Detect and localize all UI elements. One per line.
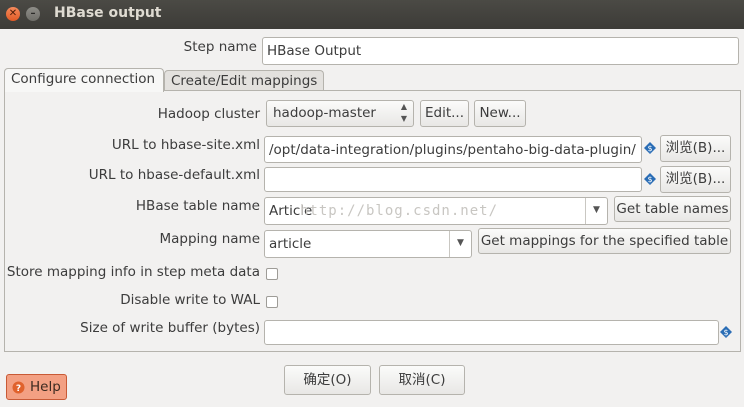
watermark: http://blog.csdn.net/ [300,203,499,219]
svg-text:$: $ [723,328,728,337]
title-bar: ✕ – HBase output [0,0,744,29]
help-button[interactable]: ? Help [6,374,67,400]
dropdown-arrow-icon[interactable]: ▼ [449,231,471,257]
spinner-arrows-icon: ▲ ▼ [400,102,407,123]
svg-text:$: $ [647,175,652,184]
mapping-name-value: article [269,236,312,252]
ok-button[interactable]: 确定(O) [284,365,371,395]
minimize-window-button[interactable]: – [26,7,40,21]
default-xml-label: URL to hbase-default.xml [88,167,260,183]
cancel-button[interactable]: 取消(C) [379,365,465,395]
site-xml-label: URL to hbase-site.xml [111,137,260,153]
disable-wal-checkbox[interactable] [266,296,278,308]
tab-create-edit-mappings[interactable]: Create/Edit mappings [164,70,324,91]
hadoop-cluster-select[interactable]: hadoop-master ▲ ▼ [266,100,414,127]
window-title: HBase output [54,5,162,21]
store-mapping-checkbox[interactable] [266,268,278,280]
close-window-button[interactable]: ✕ [6,7,20,21]
get-mappings-button[interactable]: Get mappings for the specified table [478,228,731,254]
default-xml-input[interactable] [264,167,642,192]
help-icon: ? [12,381,25,394]
write-buffer-label: Size of write buffer (bytes) [80,320,260,336]
store-mapping-label: Store mapping info in step meta data [6,264,260,280]
disable-wal-label: Disable write to WAL [120,292,260,308]
browse-default-xml-button[interactable]: 浏览(B)... [660,166,731,193]
variable-icon[interactable]: $ [644,173,656,185]
table-name-label: HBase table name [135,198,260,214]
hadoop-cluster-value: hadoop-master [273,105,376,121]
svg-text:?: ? [16,384,21,394]
hadoop-cluster-label: Hadoop cluster [157,106,260,122]
variable-icon[interactable]: $ [644,142,656,154]
step-name-label: Step name [183,39,257,55]
browse-site-xml-button[interactable]: 浏览(B)... [660,135,731,162]
variable-icon[interactable]: $ [720,326,732,338]
help-label: Help [30,379,61,395]
dropdown-arrow-icon[interactable]: ▼ [585,198,607,224]
mapping-name-combo[interactable]: article ▼ [264,230,472,258]
get-table-names-button[interactable]: Get table names [614,196,731,222]
edit-cluster-button[interactable]: Edit... [420,100,469,127]
write-buffer-input[interactable] [264,320,719,345]
svg-text:$: $ [647,144,652,153]
site-xml-input[interactable]: /opt/data-integration/plugins/pentaho-bi… [264,136,642,163]
tab-configure-connection[interactable]: Configure connection [4,68,164,92]
mapping-name-label: Mapping name [159,231,260,247]
new-cluster-button[interactable]: New... [474,100,526,127]
step-name-input[interactable]: HBase Output [262,37,739,65]
